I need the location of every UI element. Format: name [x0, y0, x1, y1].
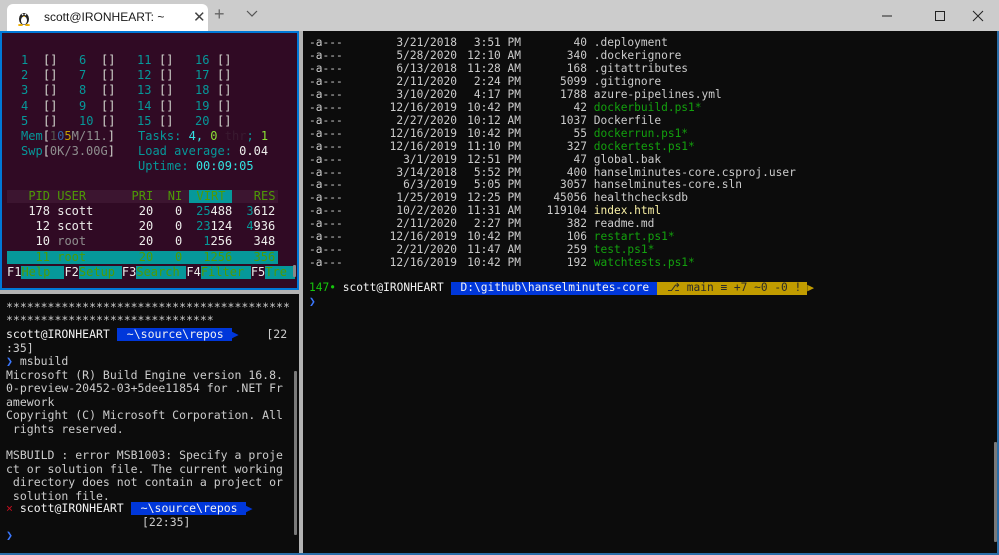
- load-average: Load average: 0.04: [138, 144, 269, 158]
- process-row[interactable]: 11 root 20 0 1256 356: [7, 250, 278, 264]
- process-row[interactable]: 178 scott 20 0 25488 3612: [7, 205, 275, 218]
- command-line: ❯ msbuild: [6, 354, 69, 368]
- minimize-icon: [882, 15, 892, 16]
- file-row: -a--- 12/16/2019 10:42 PM 192 watchtests.ps…: [309, 256, 695, 270]
- cpu-meter: 18[]: [195, 83, 232, 98]
- cpu-meter: 19[]: [195, 98, 232, 113]
- output-line: 0-preview-20452-03+5dee11854 for .NET Fr: [6, 381, 283, 396]
- cpu-meter: 16[]: [195, 53, 232, 67]
- htop-scrollbar[interactable]: [293, 265, 296, 277]
- output-line: Microsoft (R) Build Engine version 16.8.: [6, 368, 283, 382]
- file-row: -a--- 3/10/2020 4:17 PM 1788 azure-pipeline…: [309, 87, 722, 101]
- htop-pane[interactable]: 1[] 2[] 3[] 4[] 5[] 6[] 7[] 8[] 9[] 10[] 11[] 12[] 1…: [0, 31, 299, 290]
- tab-close-icon[interactable]: ✕: [193, 8, 206, 26]
- file-row: -a--- 12/16/2019 10:42 PM 42 dockerbuild.ps…: [309, 100, 702, 114]
- file-name: global.bak: [593, 152, 662, 166]
- output-line: directory does not contain a project or: [6, 475, 283, 490]
- close-button[interactable]: [955, 0, 999, 31]
- cpu-meter: 6[]: [79, 53, 116, 67]
- cpu-meter: 2[]: [21, 68, 58, 83]
- output-line: Copyright (C) Microsoft Corporation. All: [6, 408, 283, 423]
- fkey-tre[interactable]: F5Tre: [251, 265, 296, 279]
- cpu-meter: 9[]: [79, 98, 116, 113]
- output-line: rights reserved.: [6, 421, 124, 436]
- linux-tux-icon: [18, 13, 30, 26]
- process-table-header: PID USER PRI NI VIRT RES: [7, 190, 278, 203]
- path-segment: D:\github\hanselminutes-core: [450, 281, 658, 295]
- git-branch-icon: ⎇: [667, 281, 681, 294]
- file-row: -a--- 12/16/2019 10:42 PM 55 dockerrun.ps1*: [309, 126, 689, 140]
- file-name: .gitignore: [593, 74, 662, 88]
- banner-line: ******************************: [6, 313, 214, 327]
- prompt-time: [22:35]: [142, 515, 191, 529]
- maximize-icon: [935, 10, 945, 21]
- output-line: ct or solution file. The current working: [6, 461, 283, 476]
- title-bar: scott@IRONHEART: ~ ✕ +: [0, 0, 999, 31]
- cpu-meter: 10[]: [79, 113, 116, 128]
- cpu-meter: 17[]: [195, 68, 232, 83]
- file-row: -a--- 2/11/2020 2:24 PM 5099 .gitignore: [309, 74, 662, 88]
- swap-meter: Swp[0K/3.00G]: [21, 144, 115, 158]
- cpu-meter: 4[]: [21, 98, 58, 113]
- file-name: watchtests.ps1*: [593, 256, 695, 270]
- cpu-meter: 11[]: [137, 53, 174, 67]
- file-name: Dockerfile: [593, 113, 662, 127]
- tasks-meter: Tasks: 4, 0 thr; 1: [138, 129, 269, 143]
- left-pane-scrollbar[interactable]: [294, 371, 297, 535]
- output-line: amework: [6, 394, 55, 409]
- input-line[interactable]: ❯: [309, 295, 316, 309]
- tab-title: scott@IRONHEART: ~: [44, 10, 165, 24]
- process-row[interactable]: 12 scott 20 0 23124 4936: [7, 220, 276, 233]
- output-line: MSBUILD : error MSB1003: Specify a proje: [6, 448, 283, 463]
- input-line[interactable]: ❯: [6, 528, 13, 542]
- cpu-meter: 14[]: [137, 98, 174, 113]
- cpu-meter: 12[]: [137, 68, 174, 83]
- cpu-meter: 7[]: [79, 68, 116, 83]
- cpu-meter: 8[]: [79, 83, 116, 98]
- fkey-help[interactable]: F1Help: [7, 265, 65, 279]
- file-name: dockerrun.ps1*: [593, 126, 689, 140]
- process-row[interactable]: 10 root 20 0 1256 348: [7, 235, 276, 248]
- fkey-search[interactable]: F3Search: [122, 265, 187, 279]
- powershell-pane-left[interactable]: ****************************************…: [0, 294, 299, 555]
- file-row: -a--- 12/16/2019 11:10 PM 327 dockertest.ps…: [309, 139, 695, 153]
- prompt-line: scott@IRONHEART ~\source\repos ▶ [22: [6, 327, 288, 342]
- function-key-bar: F1Help F2Setup F3Search F4Filter F5Tre: [7, 265, 296, 279]
- file-name: .gitattributes: [593, 61, 689, 75]
- new-tab-button[interactable]: +: [214, 4, 225, 25]
- file-name: azure-pipelines.yml: [593, 87, 722, 101]
- file-name: .dockerignore: [593, 48, 682, 62]
- fkey-setup[interactable]: F2Setup: [64, 265, 122, 279]
- tab-active[interactable]: scott@IRONHEART: ~ ✕: [7, 4, 208, 31]
- path-segment: ~\source\repos: [130, 501, 246, 516]
- file-row: -a--- 2/27/2020 10:12 AM 1037 Dockerfile: [309, 113, 662, 127]
- file-name: dockertest.ps1*: [593, 139, 695, 153]
- fkey-filter[interactable]: F4Filter: [186, 265, 251, 279]
- sort-column-virt[interactable]: VIRT: [189, 190, 233, 203]
- file-row: -a--- 3/1/2019 12:51 PM 47 global.bak: [309, 152, 662, 166]
- uptime: Uptime: 00:09:05: [138, 159, 254, 173]
- chevron-down-icon[interactable]: [245, 7, 259, 21]
- cpu-meter: 13[]: [137, 83, 174, 98]
- prompt-line-2: × scott@IRONHEART ~\source\repos ▶: [6, 501, 253, 516]
- close-icon: [972, 10, 984, 21]
- cpu-meter: 15[]: [137, 113, 174, 128]
- file-name: dockerbuild.ps1*: [593, 100, 702, 114]
- path-segment: ~\source\repos: [116, 327, 232, 342]
- cpu-meter: 3[]: [21, 83, 58, 98]
- cpu-meter: 20[]: [195, 113, 232, 128]
- cpu-meter: 5[]: [21, 113, 58, 128]
- git-status-segment: ⎇ main ≡ +7 ~0 -0 !: [657, 281, 808, 295]
- cpu-meter: 1[]: [21, 53, 58, 67]
- file-row: -a--- 5/28/2020 12:10 AM 340 .dockerignore: [309, 48, 682, 62]
- prompt-line: 147• scott@IRONHEART D:\github\hanselmin…: [309, 281, 815, 295]
- file-row: -a--- 3/21/2018 3:51 PM 40 .deployment: [309, 36, 668, 49]
- file-row: -a--- 6/13/2018 11:28 AM 168 .gitattributes: [309, 61, 689, 75]
- powershell-pane-right[interactable]: -a--- 3/21/2018 3:51 PM 40 .deployment -a---…: [303, 31, 999, 555]
- file-name: .deployment: [593, 36, 668, 49]
- mem-meter: Mem[105M/11.]: [21, 129, 115, 143]
- minimize-button[interactable]: [864, 0, 910, 31]
